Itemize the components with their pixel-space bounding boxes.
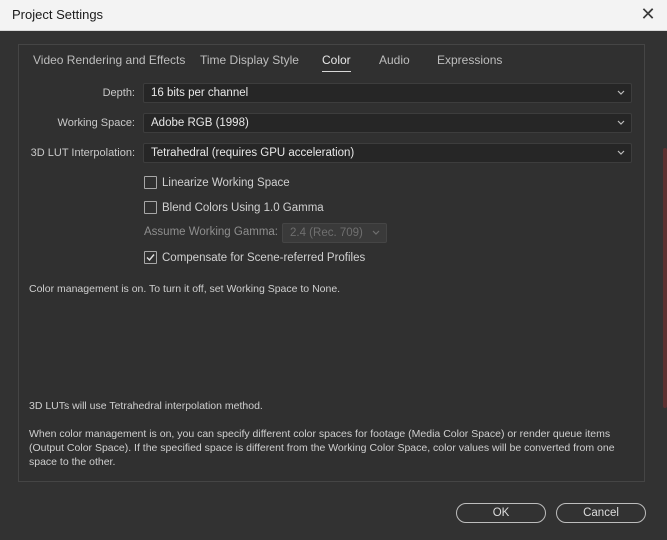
tab-audio[interactable]: Audio <box>379 53 410 67</box>
title-bar: Project Settings ✕ <box>0 0 667 31</box>
lut-interpolation-label: 3D LUT Interpolation: <box>30 147 135 159</box>
compensate-label: Compensate for Scene-referred Profiles <box>162 252 366 264</box>
linearize-label: Linearize Working Space <box>162 177 290 189</box>
settings-panel: Video Rendering and Effects Time Display… <box>18 44 645 482</box>
scrollbar[interactable] <box>663 148 667 408</box>
working-gamma-dropdown[interactable]: 2.4 (Rec. 709) <box>282 223 387 243</box>
checkmark-icon <box>146 254 155 262</box>
depth-value: 16 bits per channel <box>151 87 249 99</box>
compensate-checkbox-row: Compensate for Scene-referred Profiles <box>144 250 464 266</box>
project-settings-dialog: Project Settings ✕ Video Rendering and E… <box>0 0 667 540</box>
depth-label: Depth: <box>102 87 135 99</box>
linearize-checkbox-row: Linearize Working Space <box>144 175 444 191</box>
chevron-down-icon <box>617 120 625 125</box>
lut-interpolation-dropdown[interactable]: Tetrahedral (requires GPU acceleration) <box>143 143 632 163</box>
blend-checkbox-row: Blend Colors Using 1.0 Gamma <box>144 200 444 216</box>
working-gamma-value: 2.4 (Rec. 709) <box>290 227 363 239</box>
working-space-dropdown[interactable]: Adobe RGB (1998) <box>143 113 632 133</box>
working-space-label: Working Space: <box>57 117 135 129</box>
cancel-button[interactable]: Cancel <box>556 503 646 523</box>
compensate-checkbox[interactable] <box>144 251 157 264</box>
blend-gamma-label: Blend Colors Using 1.0 Gamma <box>162 202 324 214</box>
close-icon[interactable]: ✕ <box>635 2 661 28</box>
linearize-checkbox[interactable] <box>144 176 157 189</box>
chevron-down-icon <box>372 230 380 235</box>
tab-expressions[interactable]: Expressions <box>437 53 502 67</box>
window-title: Project Settings <box>12 7 104 22</box>
working-gamma-label: Assume Working Gamma: <box>144 226 278 238</box>
chevron-down-icon <box>617 90 625 95</box>
depth-dropdown[interactable]: 16 bits per channel <box>143 83 632 103</box>
lut-interpolation-value: Tetrahedral (requires GPU acceleration) <box>151 147 355 159</box>
ok-button[interactable]: OK <box>456 503 546 523</box>
tab-video-rendering[interactable]: Video Rendering and Effects <box>33 53 185 67</box>
chevron-down-icon <box>617 150 625 155</box>
lut-note: 3D LUTs will use Tetrahedral interpolati… <box>29 400 263 412</box>
working-space-value: Adobe RGB (1998) <box>151 117 249 129</box>
tab-time-display-style[interactable]: Time Display Style <box>200 53 299 67</box>
blend-gamma-checkbox[interactable] <box>144 201 157 214</box>
color-management-description: When color management is on, you can spe… <box>29 428 615 468</box>
tab-bar: Video Rendering and Effects Time Display… <box>19 45 644 77</box>
tab-color[interactable]: Color <box>322 53 351 72</box>
color-management-status: Color management is on. To turn it off, … <box>29 283 341 295</box>
